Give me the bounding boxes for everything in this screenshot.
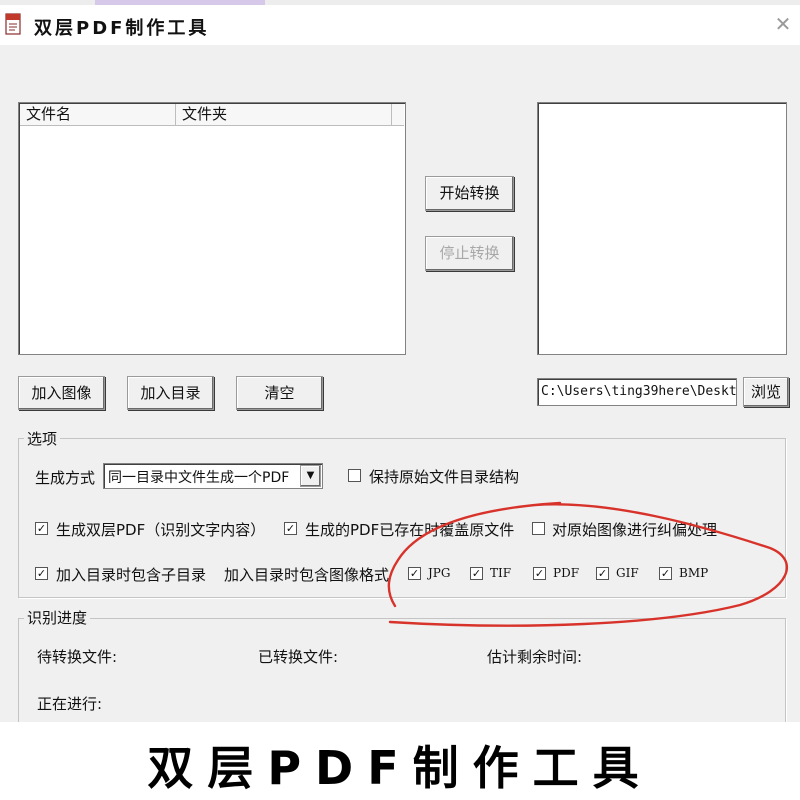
- options-legend: 选项: [24, 428, 61, 449]
- check-icon: ✓: [597, 567, 608, 580]
- dual-layer-checkbox[interactable]: ✓: [35, 522, 48, 535]
- check-icon: ✓: [36, 567, 47, 580]
- check-icon: ✓: [409, 567, 420, 580]
- format-bmp-label: BMP: [679, 566, 709, 580]
- add-folder-button[interactable]: 加入目录: [127, 376, 214, 410]
- format-jpg-label: JPG: [428, 566, 451, 580]
- file-list[interactable]: 文件名 文件夹: [18, 102, 406, 355]
- column-header-filename[interactable]: 文件名: [20, 104, 176, 126]
- browse-button[interactable]: 浏览: [743, 377, 789, 407]
- title-bar[interactable]: 双层PDF制作工具 ✕: [0, 5, 800, 45]
- column-header-folder[interactable]: 文件夹: [176, 104, 392, 126]
- format-gif-checkbox[interactable]: ✓: [596, 567, 609, 580]
- close-icon[interactable]: ✕: [770, 11, 796, 37]
- output-log-box[interactable]: [537, 102, 787, 355]
- include-subdirs-checkbox[interactable]: ✓: [35, 567, 48, 580]
- mode-select[interactable]: 同一目录中文件生成一个PDF ▼: [103, 463, 323, 489]
- mode-label: 生成方式: [35, 469, 96, 487]
- dual-layer-label: 生成双层PDF（识别文字内容）: [56, 521, 266, 539]
- deskew-label: 对原始图像进行纠偏处理: [552, 521, 718, 539]
- converted-files-label: 已转换文件:: [258, 648, 339, 666]
- output-path-field[interactable]: C:\Users\ting39here\Desktop: [537, 378, 737, 406]
- format-pdf-label: PDF: [553, 566, 580, 580]
- format-gif-label: GIF: [616, 566, 639, 580]
- check-icon: ✓: [285, 522, 296, 535]
- check-icon: ✓: [471, 567, 482, 580]
- format-tif-label: TIF: [490, 566, 512, 580]
- add-image-button[interactable]: 加入图像: [18, 376, 105, 410]
- format-jpg-checkbox[interactable]: ✓: [408, 567, 421, 580]
- overwrite-label: 生成的PDF已存在时覆盖原文件: [305, 521, 515, 539]
- check-icon: ✓: [660, 567, 671, 580]
- progress-group: [18, 618, 786, 722]
- format-pdf-checkbox[interactable]: ✓: [533, 567, 546, 580]
- format-bmp-checkbox[interactable]: ✓: [659, 567, 672, 580]
- chevron-down-icon[interactable]: ▼: [300, 465, 321, 487]
- keep-structure-checkbox[interactable]: [348, 469, 361, 482]
- include-subdirs-label: 加入目录时包含子目录: [56, 566, 207, 584]
- start-convert-button[interactable]: 开始转换: [425, 176, 514, 211]
- app-window: 双层PDF制作工具 ✕ 文件名 文件夹 开始转换 停止转换 加入图像 加入目录 …: [0, 0, 800, 722]
- clear-button[interactable]: 清空: [236, 376, 323, 410]
- progress-legend: 识别进度: [24, 607, 91, 628]
- keep-structure-label: 保持原始文件目录结构: [369, 468, 520, 486]
- format-tif-checkbox[interactable]: ✓: [470, 567, 483, 580]
- banner-title: 双层PDF制作工具: [147, 741, 653, 795]
- file-list-header: 文件名 文件夹: [20, 104, 404, 126]
- mode-select-value: 同一目录中文件生成一个PDF: [108, 470, 290, 486]
- pending-files-label: 待转换文件:: [37, 648, 118, 666]
- deskew-checkbox[interactable]: [532, 522, 545, 535]
- pdf-document-icon: [5, 13, 21, 35]
- check-icon: ✓: [534, 567, 545, 580]
- overwrite-checkbox[interactable]: ✓: [284, 522, 297, 535]
- window-title: 双层PDF制作工具: [34, 18, 210, 39]
- check-icon: ✓: [36, 522, 47, 535]
- formats-label: 加入目录时包含图像格式: [224, 566, 390, 584]
- stop-convert-button[interactable]: 停止转换: [425, 236, 514, 271]
- in-progress-label: 正在进行:: [37, 695, 103, 713]
- bottom-banner: 双层PDF制作工具: [0, 722, 800, 800]
- remaining-time-label: 估计剩余时间:: [487, 648, 583, 666]
